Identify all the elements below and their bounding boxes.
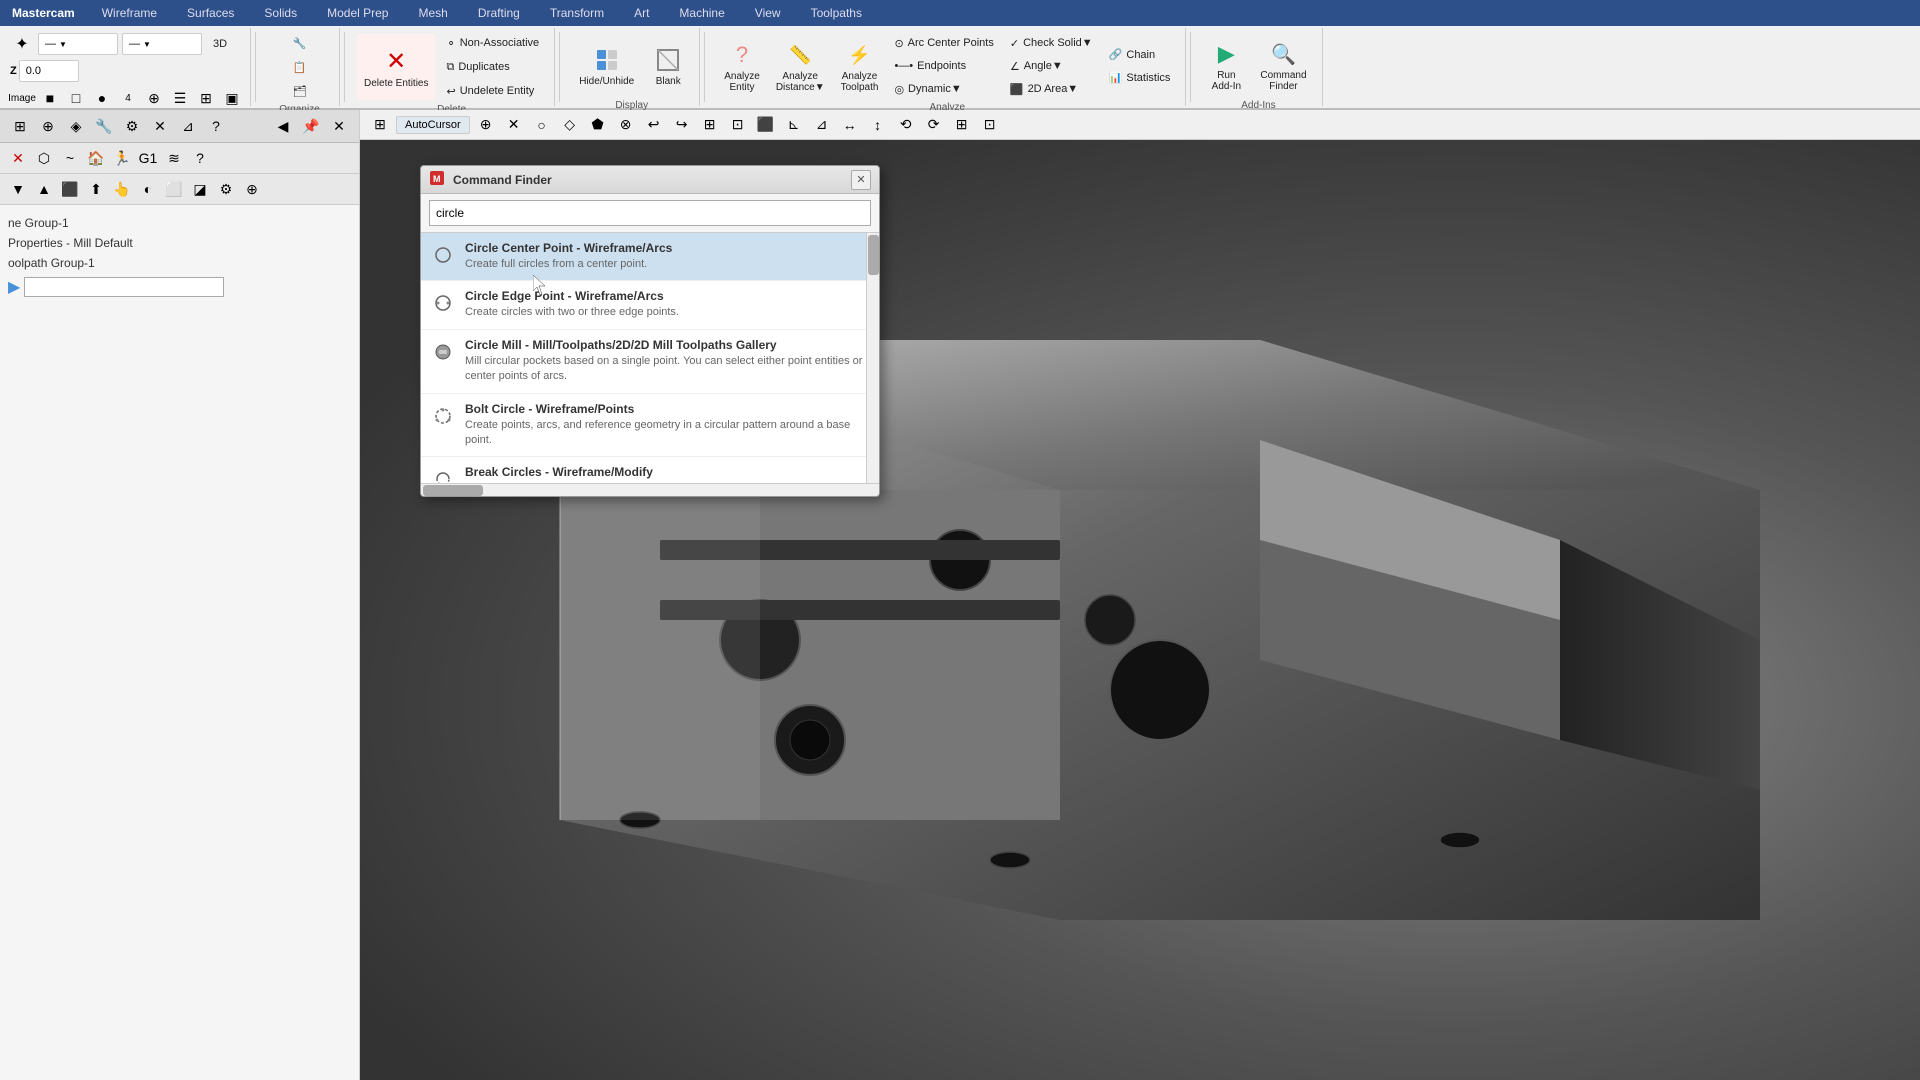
dialog-results-list: Circle Center Point - Wireframe/Arcs Cre… <box>421 233 879 483</box>
scrollbar-thumb[interactable] <box>868 235 879 275</box>
dialog-close-button[interactable]: ✕ <box>851 170 871 190</box>
result-text-1: Circle Center Point - Wireframe/Arcs Cre… <box>465 241 869 272</box>
result-title-1: Circle Center Point - Wireframe/Arcs <box>465 241 869 255</box>
result-title-3: Circle Mill - Mill/Toolpaths/2D/2D Mill … <box>465 338 869 352</box>
dialog-bottom-scrollbar[interactable] <box>421 483 879 496</box>
result-item-5[interactable]: Break Circles - Wireframe/Modify <box>421 457 879 483</box>
result-item-2[interactable]: Circle Edge Point - Wireframe/Arcs Creat… <box>421 281 879 329</box>
command-finder-dialog: M Command Finder ✕ <box>420 165 880 497</box>
result-desc-3: Mill circular pockets based on a single … <box>465 354 869 385</box>
dialog-titlebar: M Command Finder ✕ <box>421 166 879 194</box>
result-icon-2 <box>431 291 455 315</box>
result-desc-1: Create full circles from a center point. <box>465 257 869 272</box>
result-icon-1 <box>431 243 455 267</box>
dialog-overlay: M Command Finder ✕ <box>0 0 1920 1080</box>
result-text-5: Break Circles - Wireframe/Modify <box>465 465 869 481</box>
result-title-4: Bolt Circle - Wireframe/Points <box>465 402 869 416</box>
result-icon-4 <box>431 404 455 428</box>
result-text-4: Bolt Circle - Wireframe/Points Create po… <box>465 402 869 449</box>
result-item-1[interactable]: Circle Center Point - Wireframe/Arcs Cre… <box>421 233 879 281</box>
result-text-3: Circle Mill - Mill/Toolpaths/2D/2D Mill … <box>465 338 869 385</box>
result-title-2: Circle Edge Point - Wireframe/Arcs <box>465 289 869 303</box>
result-icon-5 <box>431 467 455 483</box>
results-container: Circle Center Point - Wireframe/Arcs Cre… <box>421 233 879 483</box>
svg-text:M: M <box>433 174 441 184</box>
result-title-5: Break Circles - Wireframe/Modify <box>465 465 869 479</box>
result-icon-3 <box>431 340 455 364</box>
dialog-title: Command Finder <box>453 173 843 187</box>
command-search-input[interactable] <box>429 200 871 226</box>
result-item-3[interactable]: Circle Mill - Mill/Toolpaths/2D/2D Mill … <box>421 330 879 394</box>
results-scrollbar[interactable] <box>866 233 879 483</box>
dialog-search-area <box>421 194 879 233</box>
bottom-scrollbar-thumb[interactable] <box>423 485 483 496</box>
dialog-title-icon: M <box>429 170 445 189</box>
result-desc-2: Create circles with two or three edge po… <box>465 305 869 320</box>
result-desc-4: Create points, arcs, and reference geome… <box>465 418 869 449</box>
result-item-4[interactable]: Bolt Circle - Wireframe/Points Create po… <box>421 394 879 458</box>
result-text-2: Circle Edge Point - Wireframe/Arcs Creat… <box>465 289 869 320</box>
